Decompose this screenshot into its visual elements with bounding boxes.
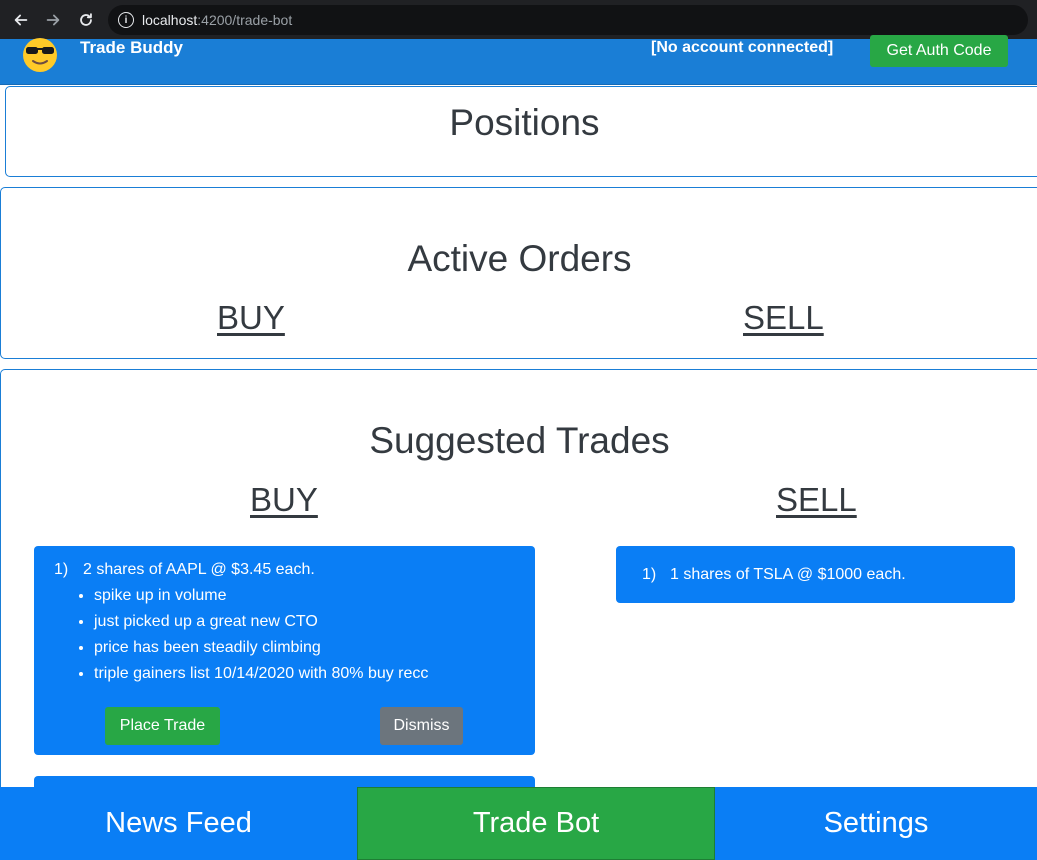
sunglasses-emoji-icon: [23, 38, 57, 72]
trade-reason-item: triple gainers list 10/14/2020 with 80% …: [94, 664, 428, 690]
trade-reason-item: price has been steadily climbing: [94, 638, 428, 664]
positions-title: Positions: [449, 102, 600, 143]
suggested-buy-heading: BUY: [250, 481, 318, 518]
active-orders-title: Active Orders: [407, 238, 632, 279]
app-brand[interactable]: Trade Buddy: [80, 39, 183, 57]
active-orders-sell-heading: SELL: [743, 299, 824, 336]
bottom-tab-bar: News Feed Trade Bot Settings: [0, 787, 1037, 860]
active-orders-buy-heading: BUY: [217, 299, 285, 336]
forward-button[interactable]: [37, 4, 69, 36]
tab-news-feed[interactable]: News Feed: [0, 787, 357, 860]
suggested-sell-heading: SELL: [776, 481, 857, 518]
active-orders-card: Active Orders BUY SELL: [0, 187, 1037, 359]
account-status: [No account connected]: [651, 39, 834, 56]
url-host: localhost: [142, 12, 198, 28]
back-arrow-icon: [14, 14, 28, 26]
buy-trade-card: 1) 2 shares of AAPL @ $3.45 each. spike …: [34, 546, 535, 755]
back-button[interactable]: [5, 4, 37, 36]
trade-summary: 2 shares of AAPL @ $3.45 each.: [83, 561, 315, 578]
app-navbar: Trade Buddy [No account connected] Get A…: [0, 35, 1037, 85]
site-info-icon[interactable]: i: [118, 12, 134, 28]
trade-reason-item: spike up in volume: [94, 586, 428, 612]
trade-reason-item: just picked up a great new CTO: [94, 612, 428, 638]
dismiss-button[interactable]: Dismiss: [380, 707, 463, 745]
reload-button[interactable]: [70, 4, 102, 36]
reload-icon: [80, 13, 92, 26]
get-auth-code-button[interactable]: Get Auth Code: [870, 35, 1008, 67]
place-trade-button[interactable]: Place Trade: [105, 707, 220, 745]
url-text: localhost:4200/trade-bot: [142, 12, 292, 28]
trade-index: 1): [642, 566, 657, 583]
trade-index: 1): [54, 561, 69, 578]
trade-summary: 1 shares of TSLA @ $1000 each.: [670, 566, 906, 583]
url-path: :4200/trade-bot: [197, 12, 293, 28]
tab-trade-bot[interactable]: Trade Bot: [357, 787, 715, 860]
address-bar[interactable]: i localhost:4200/trade-bot: [108, 5, 1028, 35]
trade-reasons-list: spike up in volume just picked up a grea…: [94, 586, 428, 690]
suggested-trades-title: Suggested Trades: [369, 420, 670, 461]
tab-settings[interactable]: Settings: [715, 787, 1037, 860]
browser-toolbar: i localhost:4200/trade-bot: [0, 0, 1037, 39]
sell-trade-card: 1) 1 shares of TSLA @ $1000 each.: [616, 546, 1015, 603]
positions-card: Positions: [5, 86, 1037, 177]
forward-arrow-icon: [46, 14, 60, 26]
